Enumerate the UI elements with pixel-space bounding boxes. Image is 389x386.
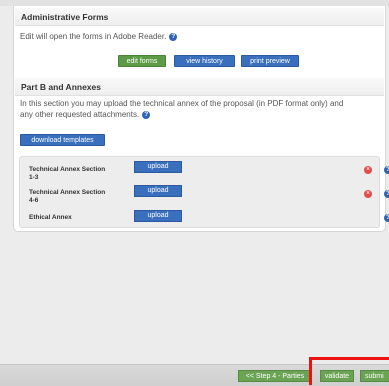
remove-icon[interactable]: × (364, 190, 372, 198)
help-icon[interactable]: ? (384, 166, 389, 174)
download-templates-button[interactable]: download templates (20, 134, 105, 146)
help-icon[interactable]: ? (384, 214, 389, 222)
back-step-4-parties-button[interactable]: << Step 4 - Parties (238, 370, 312, 382)
info-icon[interactable]: ? (169, 33, 178, 41)
attachment-label: Technical Annex Section 4-6 (29, 189, 105, 205)
attachment-label-line1: Technical Annex Section (29, 189, 106, 196)
remove-icon[interactable]: × (364, 166, 372, 174)
info-icon[interactable]: ? (142, 111, 151, 119)
highlight-box (309, 357, 389, 385)
attachment-label-line2: 1-3 (29, 174, 39, 181)
admin-description: Edit will open the forms in Adobe Reader… (20, 31, 178, 42)
section-title-part-b: Part B and Annexes (15, 78, 384, 96)
print-preview-button[interactable]: print preview (241, 55, 299, 67)
attachment-label-line2: 4-6 (29, 197, 39, 204)
attachment-label-line1: Ethical Annex (29, 214, 72, 221)
upload-button-ethical-annex[interactable]: upload (134, 210, 182, 222)
attachment-label: Ethical Annex (29, 214, 72, 222)
proposal-panel: Administrative Forms Edit will open the … (13, 6, 389, 232)
partb-description-line1: In this section you may upload the techn… (20, 99, 344, 108)
admin-description-text: Edit will open the forms in Adobe Reader… (20, 32, 167, 41)
edit-forms-button[interactable]: edit forms (118, 55, 166, 67)
attachment-label-line1: Technical Annex Section (29, 166, 106, 173)
partb-description: In this section you may upload the techn… (20, 98, 382, 120)
attachment-label: Technical Annex Section 1-3 (29, 166, 105, 182)
view-history-button[interactable]: view history (174, 55, 235, 67)
upload-button-annex-1-3[interactable]: upload (134, 161, 182, 173)
section-title-administrative-forms: Administrative Forms (15, 8, 384, 26)
attachments-box: Technical Annex Section 1-3 upload × ? T… (19, 156, 389, 228)
partb-description-line2: any other requested attachments. (20, 110, 140, 119)
upload-button-annex-4-6[interactable]: upload (134, 185, 182, 197)
help-icon[interactable]: ? (384, 190, 389, 198)
